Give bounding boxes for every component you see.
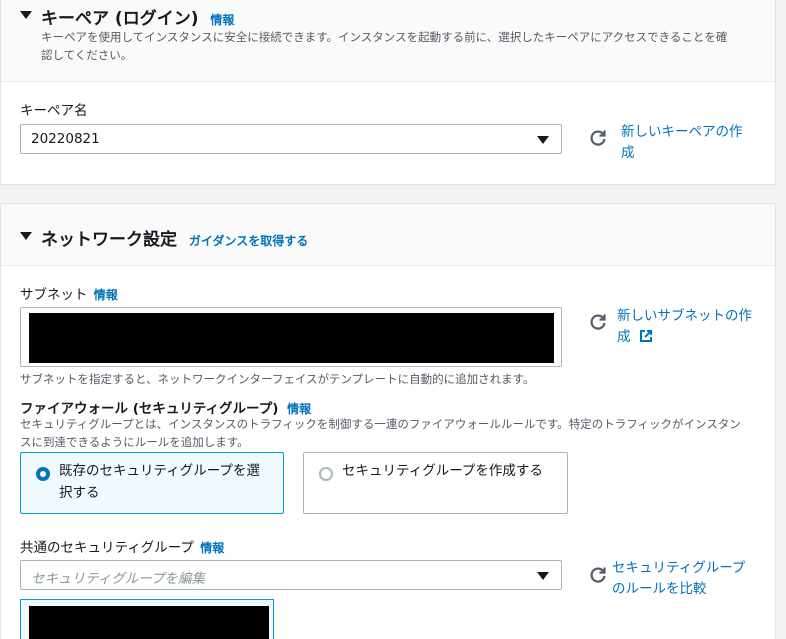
refresh-icon[interactable] — [589, 566, 607, 584]
common-sg-label: 共通のセキュリティグループ 情報 — [20, 540, 225, 556]
option-create-security-group[interactable]: セキュリティグループを作成する — [303, 452, 568, 514]
common-sg-info-link[interactable]: 情報 — [200, 541, 224, 555]
collapse-caret-icon[interactable] — [20, 11, 32, 19]
refresh-icon[interactable] — [589, 313, 607, 331]
create-keypair-link[interactable]: 新しいキーペアの作 成 — [621, 122, 761, 164]
keypair-info-link[interactable]: 情報 — [210, 13, 234, 27]
keypair-name-label: キーペア名 — [20, 103, 88, 119]
security-group-select[interactable]: セキュリティグループを編集 — [20, 560, 562, 590]
compare-rules-link[interactable]: セキュリティグループ のルールを比較 — [612, 558, 772, 600]
keypair-title: キーペア (ログイン) 情報 — [41, 9, 235, 29]
keypair-select[interactable]: 20220821 — [20, 124, 562, 154]
collapse-caret-icon[interactable] — [20, 232, 32, 240]
dropdown-arrow-icon — [537, 136, 549, 144]
security-group-placeholder: セキュリティグループを編集 — [31, 571, 205, 587]
subnet-select[interactable] — [20, 307, 562, 367]
guidance-link[interactable]: ガイダンスを取得する — [189, 234, 308, 248]
radio-unselected[interactable] — [319, 467, 333, 481]
subnet-help-text: サブネットを指定すると、ネットワークインターフェイスがテンプレートに自動的に追加… — [20, 372, 535, 386]
keypair-description: キーペアを使用してインスタンスに安全に接続できます。インスタンスを起動する前に、… — [41, 30, 728, 62]
firewall-label: ファイアウォール (セキュリティグループ) 情報 — [20, 401, 312, 417]
radio-selected[interactable] — [36, 467, 50, 481]
option-create-label: セキュリティグループを作成する — [342, 463, 543, 479]
keypair-panel-header: キーペア (ログイン) 情報 キーペアを使用してインスタンスに安全に接続できます… — [1, 0, 775, 82]
dropdown-arrow-icon — [537, 572, 549, 580]
network-panel-header: ネットワーク設定 ガイダンスを取得する — [1, 204, 775, 266]
option-existing-security-group[interactable]: 既存のセキュリティグループを選 択する — [20, 452, 284, 514]
subnet-label: サブネット 情報 — [20, 287, 118, 303]
network-panel: ネットワーク設定 ガイダンスを取得する サブネット 情報 新しいサブネットの作 … — [0, 203, 776, 639]
firewall-info-link[interactable]: 情報 — [287, 402, 311, 416]
create-subnet-link[interactable]: 新しいサブネットの作 成 — [617, 306, 767, 348]
firewall-description: セキュリティグループとは、インスタンスのトラフィックを制御する一連のファイアウォ… — [20, 417, 741, 449]
external-link-icon — [639, 330, 652, 342]
redacted-subnet — [29, 313, 554, 363]
network-title: ネットワーク設定 ガイダンスを取得する — [41, 230, 309, 250]
redacted-security-group — [29, 606, 269, 639]
keypair-selected-value: 20220821 — [31, 131, 100, 147]
subnet-info-link[interactable]: 情報 — [94, 288, 118, 302]
option-existing-label: 既存のセキュリティグループを選 択する — [59, 463, 260, 501]
refresh-icon[interactable] — [589, 129, 607, 147]
keypair-panel: キーペア (ログイン) 情報 キーペアを使用してインスタンスに安全に接続できます… — [0, 0, 776, 185]
selected-security-group-token[interactable] — [20, 599, 274, 639]
